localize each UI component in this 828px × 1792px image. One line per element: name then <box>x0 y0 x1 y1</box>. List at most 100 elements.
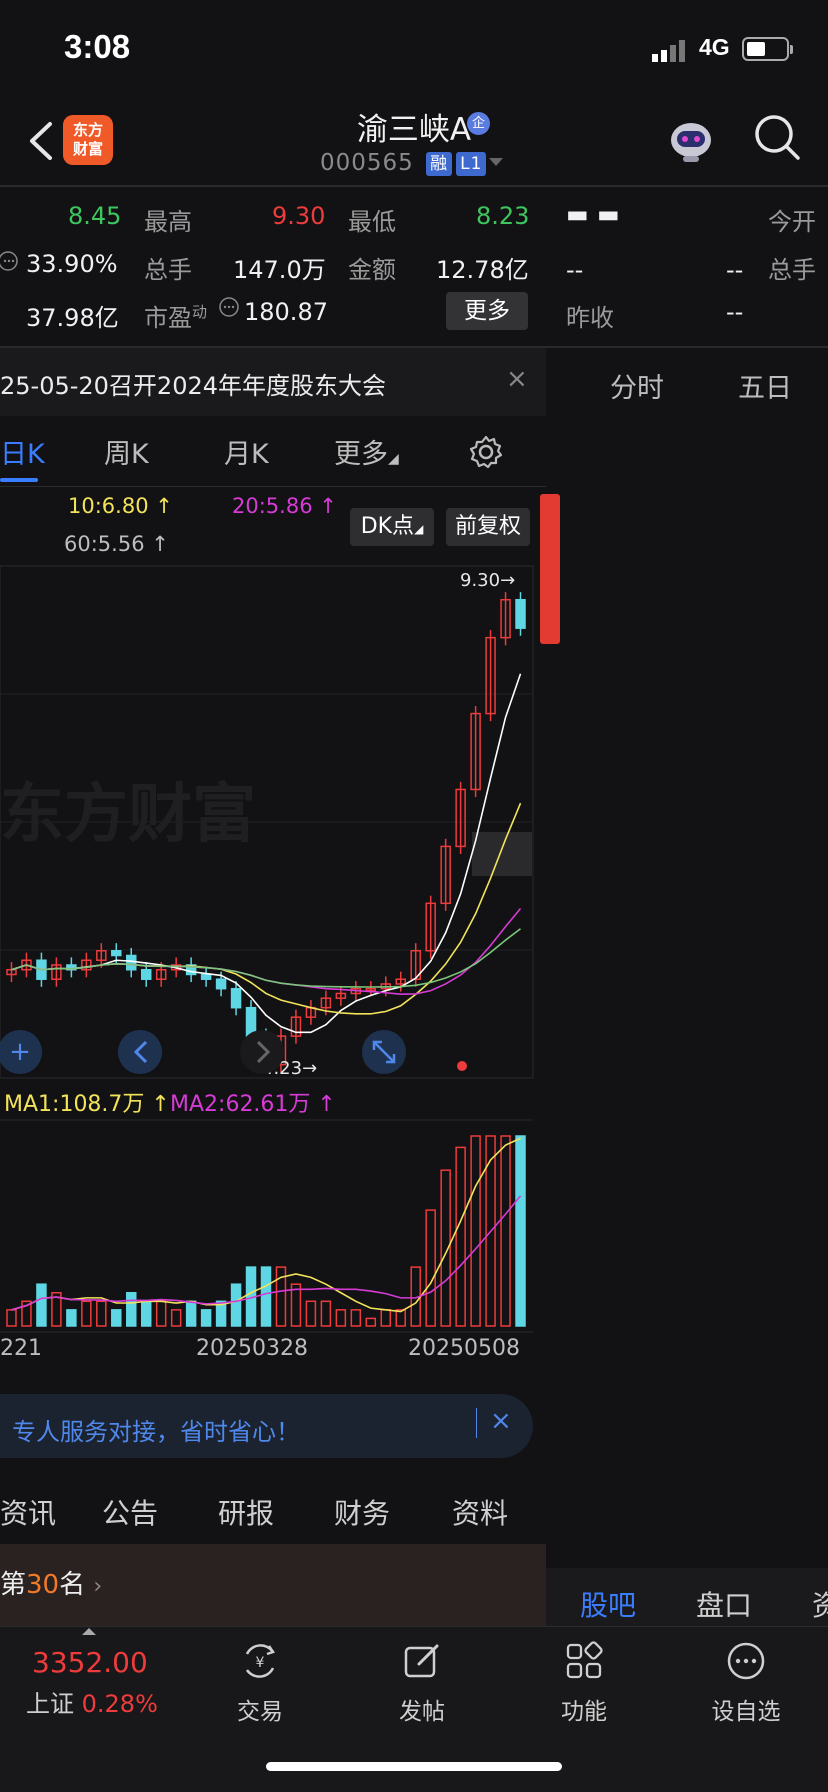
enterprise-badge: 企 <box>467 112 490 135</box>
volume-ma-lines <box>11 1137 522 1313</box>
info-dots-icon[interactable] <box>0 250 20 272</box>
nav-trade[interactable]: ¥ 交易 <box>200 1640 320 1726</box>
tab-weekly-k[interactable]: 周K <box>104 432 149 471</box>
kline-chart[interactable]: 东方财富 9.30→ 4.23→ + <box>0 486 546 1366</box>
volume-bar <box>111 1309 122 1327</box>
tab-news[interactable]: 资讯 <box>0 1492 56 1532</box>
tab-intraday[interactable]: 分时 <box>610 366 664 405</box>
tab-finance[interactable]: 财务 <box>334 1492 390 1532</box>
tab-daily-k[interactable]: 日K <box>0 432 45 471</box>
candle-body <box>215 978 227 990</box>
volume-value: 147.0万 <box>233 256 326 284</box>
volume-bar <box>81 1300 92 1327</box>
pe-label: 市盈动 <box>144 303 208 332</box>
banner-separator <box>476 1408 477 1438</box>
candle-body <box>126 954 137 971</box>
event-dot <box>457 1061 467 1071</box>
stock-code: 000565 <box>320 150 414 176</box>
pe-info-icon[interactable] <box>218 296 240 318</box>
candle-body <box>200 973 212 980</box>
tab-monthly-k[interactable]: 月K <box>224 432 269 471</box>
volume-bar <box>470 1135 481 1327</box>
volume-bar <box>380 1309 392 1327</box>
volume-bar <box>425 1209 436 1327</box>
volume-bar <box>200 1309 212 1327</box>
x-label-2: 20250328 <box>196 1336 308 1361</box>
volume-bar <box>515 1135 526 1327</box>
volume-bar <box>126 1292 137 1327</box>
nav-add-watchlist[interactable]: 设自选 <box>686 1640 806 1726</box>
amount-label: 金额 <box>348 256 396 284</box>
volume-bar <box>155 1300 167 1327</box>
banner-text: 专人服务对接，省时省心！ <box>12 1418 300 1446</box>
index-name-row[interactable]: 上证 0.28% <box>26 1684 158 1719</box>
volume-bar <box>36 1283 47 1327</box>
trade-icon: ¥ <box>245 1644 275 1678</box>
watermark: 东方财富 <box>0 778 256 852</box>
prev-button[interactable] <box>118 1030 162 1074</box>
robot-assistant-icon[interactable] <box>666 116 716 166</box>
volume-bar <box>170 1309 182 1327</box>
index-name: 上证 <box>26 1690 74 1718</box>
notice-text: 25-05-20召开2024年年度股东大会 <box>0 372 387 400</box>
volume-bar <box>365 1317 377 1327</box>
search-icon[interactable] <box>752 112 802 162</box>
tab-order-book[interactable]: 盘口 <box>696 1584 752 1624</box>
stock-code-row[interactable]: 000565 融 L1 <box>320 150 487 176</box>
candle-body <box>230 987 242 1009</box>
low-value: 8.23 <box>476 202 530 230</box>
volume-bar <box>96 1300 107 1327</box>
volume-bar <box>185 1300 197 1327</box>
high-label: 最高 <box>144 208 192 236</box>
header-divider <box>0 185 828 187</box>
high-value: 9.30 <box>272 202 326 230</box>
candle-body <box>515 598 526 629</box>
nav-functions-label: 功能 <box>561 1699 607 1725</box>
vol-ma1-label: MA1:108.7万 ↑ <box>4 1092 170 1117</box>
tab-more[interactable]: 更多◢ <box>334 432 399 471</box>
battery-icon <box>742 37 789 61</box>
plus-icon: + <box>9 1037 31 1067</box>
tab-five-day[interactable]: 五日 <box>738 366 792 405</box>
nav-post[interactable]: 发帖 <box>362 1640 482 1726</box>
settings-gear-icon[interactable] <box>468 434 504 470</box>
tab-more-label: 更多 <box>334 439 388 470</box>
nav-functions[interactable]: 功能 <box>524 1640 644 1726</box>
index-expand-caret-icon[interactable] <box>82 1628 96 1635</box>
tab-research[interactable]: 研报 <box>218 1492 274 1532</box>
status-time: 3:08 <box>64 28 131 65</box>
ma-lines <box>11 673 522 1034</box>
next-button[interactable] <box>240 1030 284 1074</box>
more-dots-icon <box>727 1642 765 1680</box>
tab-capital[interactable]: 资 <box>812 1584 828 1624</box>
right-quote-b: -- <box>726 256 744 284</box>
index-value[interactable]: 3352.00 <box>32 1646 148 1679</box>
ma20-line <box>11 908 522 995</box>
volume-bar <box>500 1135 511 1327</box>
margin-tag: 融 <box>426 151 453 176</box>
volume-bar <box>260 1266 272 1327</box>
index-change: 0.28% <box>81 1690 158 1718</box>
vol-ma5-line <box>11 1137 521 1313</box>
notice-close-icon[interactable]: × <box>506 364 528 394</box>
price-scroll-handle[interactable] <box>540 494 560 644</box>
tab-profile[interactable]: 资料 <box>452 1492 508 1532</box>
volume-bar <box>6 1309 17 1327</box>
signal-icon <box>652 40 685 62</box>
more-quote-button[interactable]: 更多 <box>446 292 528 330</box>
home-indicator <box>266 1762 562 1771</box>
high-marker: 9.30→ <box>460 570 515 591</box>
code-dropdown-caret-icon[interactable] <box>489 158 503 166</box>
nav-post-label: 发帖 <box>399 1699 445 1725</box>
candle-body <box>111 950 122 957</box>
volume-bar <box>66 1309 77 1327</box>
level-tag: L1 <box>456 151 487 176</box>
volume-bar <box>230 1283 242 1327</box>
volume-label: 总手 <box>144 256 192 284</box>
nav-watchlist-label: 设自选 <box>711 1699 781 1725</box>
tab-announcements[interactable]: 公告 <box>102 1492 158 1532</box>
banner-close-icon[interactable]: × <box>490 1406 512 1436</box>
tab-forum[interactable]: 股吧 <box>580 1584 636 1624</box>
nav-trade-label: 交易 <box>237 1699 283 1725</box>
battery-cap <box>790 45 793 54</box>
